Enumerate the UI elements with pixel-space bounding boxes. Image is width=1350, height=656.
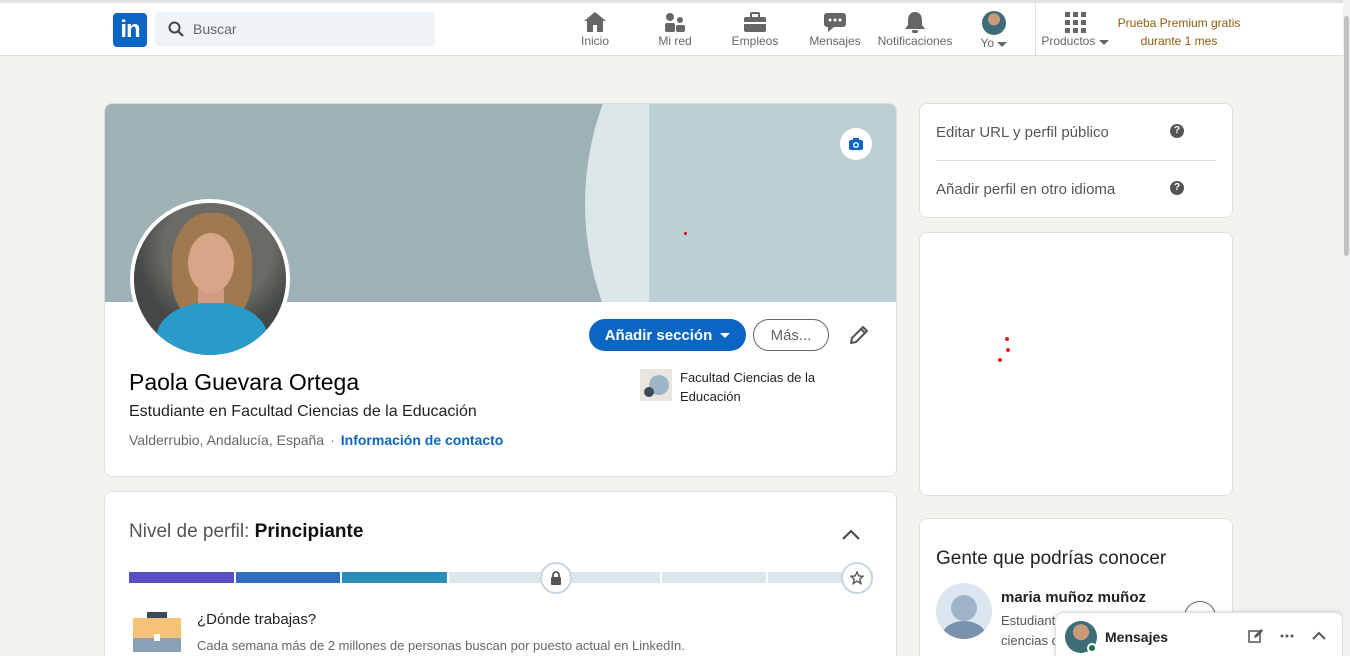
nav-me-label: Yo [972,36,1016,50]
strength-title: Nivel de perfil: Principiante [129,521,363,543]
camera-icon [849,138,863,150]
profile-strength-card: Nivel de perfil: Principiante ¿Dónde tra… [104,491,897,656]
nav-network[interactable]: Mi red [650,8,700,56]
star-icon [850,571,864,585]
scrollbar-thumb[interactable] [1344,16,1349,256]
edit-url-link[interactable]: Editar URL y perfil público? [936,124,1216,141]
banner-artifact [684,232,687,235]
separator: · [330,432,335,448]
education-logo[interactable] [640,369,672,401]
logo-shape-2 [644,387,654,397]
premium-line-1: Prueba Premium gratis [1117,16,1241,30]
premium-trial-link[interactable]: Prueba Premium gratis durante 1 mes [1112,14,1246,50]
search-icon [168,21,184,37]
nav-jobs-label: Empleos [731,34,779,48]
job-question[interactable]: ¿Dónde trabajas? [197,611,316,628]
education-link[interactable]: Facultad Ciencias de la Educación [680,368,850,406]
photo-face [188,233,234,293]
nav-home[interactable]: Inicio [570,8,620,56]
add-section-label: Añadir sección [604,326,713,344]
lock-icon [551,571,561,585]
nav-products[interactable]: Productos [1040,8,1110,56]
linkedin-logo[interactable]: in [113,13,147,47]
public-profile-card: Editar URL y perfil público? Añadir perf… [919,103,1233,218]
strength-segment [342,572,447,583]
network-icon [665,13,685,32]
profile-headline: Estudiante en Facultad Ciencias de la Ed… [129,403,477,420]
home-icon [584,12,606,32]
nav-notifications-label: Notificaciones [877,34,953,48]
nav-notifications[interactable]: Notificaciones [875,8,955,56]
nav-products-label: Productos [1040,34,1110,48]
avatar-shoulders [942,621,986,639]
add-section-button[interactable]: Añadir sección [589,319,746,351]
nav-divider [1035,3,1036,56]
search-input[interactable] [193,12,423,46]
strength-star-milestone [841,562,873,594]
global-nav: in Inicio Mi red Empleos Mensajes Notifi… [0,0,1343,56]
briefcase-illustration-icon [133,612,181,652]
edit-pencil-icon[interactable] [847,323,871,347]
strength-segment [448,572,554,583]
nav-jobs[interactable]: Empleos [728,8,782,56]
page-scrollbar[interactable] [1343,0,1350,656]
chevron-up-icon[interactable] [1311,628,1327,644]
chevron-up-icon[interactable] [841,529,861,541]
more-button[interactable]: Más... [753,319,829,351]
avatar[interactable] [936,583,992,639]
loading-dot [998,358,1002,362]
loading-dot [1005,337,1009,341]
edit-banner-button[interactable] [840,128,872,160]
photo-body [156,303,268,355]
help-icon[interactable]: ? [1170,124,1184,138]
contact-info-link[interactable]: Información de contacto [341,432,504,448]
bell-icon [905,12,925,33]
person-name[interactable]: maria muñoz muñoz [1001,589,1146,606]
loading-dot [1006,348,1010,352]
chevron-down-icon [720,332,731,338]
people-title: Gente que podrías conocer [936,548,1167,569]
strength-segment [661,572,767,583]
nav-messaging[interactable]: Mensajes [806,8,864,56]
profile-location-row: Valderrubio, Andalucía, España · Informaci… [129,432,503,448]
strength-segment [235,572,341,583]
nav-network-label: Mi red [658,34,692,48]
more-options-icon[interactable] [1279,628,1295,644]
profile-name: Paola Guevara Ortega [129,369,360,395]
avatar-head [951,595,977,621]
briefcase-icon [744,12,766,32]
messaging-label: Mensajes [1105,629,1169,645]
compose-icon[interactable] [1248,628,1264,644]
strength-title-prefix: Nivel de perfil: [129,521,250,542]
strength-lock-milestone [540,562,572,594]
messaging-icon [824,13,846,32]
job-description: Cada semana más de 2 millones de persona… [197,638,685,653]
help-icon[interactable]: ? [1170,181,1184,195]
ad-placeholder-card [919,232,1233,496]
chevron-down-icon [997,42,1008,47]
chevron-down-icon [1098,40,1109,45]
profile-photo[interactable] [130,199,290,359]
strength-segment [129,572,234,583]
divider [936,160,1216,161]
avatar [982,11,1006,35]
nav-home-label: Inicio [580,34,609,48]
profile-location: Valderrubio, Andalucía, España [129,432,325,448]
strength-level: Principiante [254,521,364,542]
profile-top-card: Añadir sección Más... Paola Guevara Orte… [104,103,897,477]
add-language-label: Añadir perfil en otro idioma [936,181,1116,198]
messaging-overlay[interactable]: Mensajes [1055,612,1343,656]
online-status-indicator [1087,643,1097,653]
edit-url-label: Editar URL y perfil público [936,124,1109,141]
nav-messaging-label: Mensajes [809,34,861,48]
search-box[interactable] [155,12,435,46]
premium-line-2: durante 1 mes [1140,34,1218,48]
grid-icon [1065,12,1086,33]
add-language-link[interactable]: Añadir perfil en otro idioma? [936,181,1216,198]
nav-me[interactable]: Yo [972,8,1016,56]
